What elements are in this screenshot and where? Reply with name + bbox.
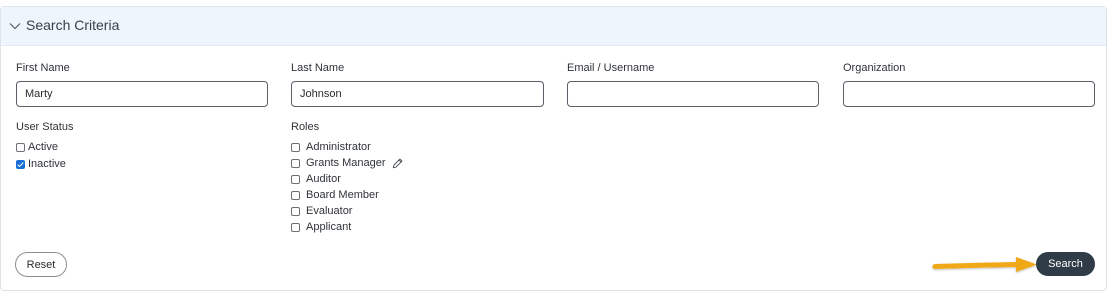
inactive-checkbox[interactable] bbox=[16, 159, 25, 169]
status-option-active[interactable]: Active bbox=[16, 140, 58, 154]
applicant-checkbox[interactable] bbox=[291, 222, 300, 232]
role-option-auditor[interactable]: Auditor bbox=[291, 172, 341, 186]
chevron-down-icon[interactable] bbox=[9, 20, 21, 32]
applicant-label: Applicant bbox=[306, 221, 352, 233]
search-button[interactable]: Search bbox=[1036, 252, 1095, 276]
organization-label: Organization bbox=[843, 62, 906, 74]
auditor-label: Auditor bbox=[306, 173, 341, 185]
board-member-checkbox[interactable] bbox=[291, 190, 300, 200]
active-checkbox[interactable] bbox=[16, 142, 25, 152]
last-name-input[interactable] bbox=[291, 81, 544, 107]
search-criteria-header[interactable]: Search Criteria bbox=[1, 7, 1106, 46]
auditor-checkbox[interactable] bbox=[291, 174, 300, 184]
email-label: Email / Username bbox=[567, 62, 655, 74]
pencil-icon[interactable] bbox=[391, 157, 404, 170]
board-member-label: Board Member bbox=[306, 189, 379, 201]
role-option-grants-manager[interactable]: Grants Manager bbox=[291, 156, 404, 170]
organization-input[interactable] bbox=[843, 81, 1095, 107]
grants-manager-checkbox[interactable] bbox=[291, 158, 300, 168]
administrator-checkbox[interactable] bbox=[291, 142, 300, 152]
email-input[interactable] bbox=[567, 81, 819, 107]
arrow-annotation-icon bbox=[932, 257, 1037, 272]
grants-manager-label: Grants Manager bbox=[306, 157, 386, 169]
roles-label: Roles bbox=[291, 121, 320, 133]
reset-button[interactable]: Reset bbox=[15, 252, 67, 277]
user-status-label: User Status bbox=[16, 121, 74, 133]
administrator-label: Administrator bbox=[306, 141, 371, 153]
active-label: Active bbox=[28, 141, 58, 153]
search-criteria-panel: Search Criteria bbox=[0, 6, 1107, 291]
first-name-label: First Name bbox=[16, 62, 70, 74]
role-option-board-member[interactable]: Board Member bbox=[291, 188, 379, 202]
role-option-applicant[interactable]: Applicant bbox=[291, 220, 351, 234]
role-option-evaluator[interactable]: Evaluator bbox=[291, 204, 352, 218]
evaluator-label: Evaluator bbox=[306, 205, 353, 217]
first-name-input[interactable] bbox=[16, 81, 268, 107]
role-option-administrator[interactable]: Administrator bbox=[291, 140, 371, 154]
inactive-label: Inactive bbox=[28, 158, 66, 170]
evaluator-checkbox[interactable] bbox=[291, 206, 300, 216]
last-name-label: Last Name bbox=[291, 62, 345, 74]
status-option-inactive[interactable]: Inactive bbox=[16, 157, 66, 171]
section-title: Search Criteria bbox=[26, 17, 120, 33]
